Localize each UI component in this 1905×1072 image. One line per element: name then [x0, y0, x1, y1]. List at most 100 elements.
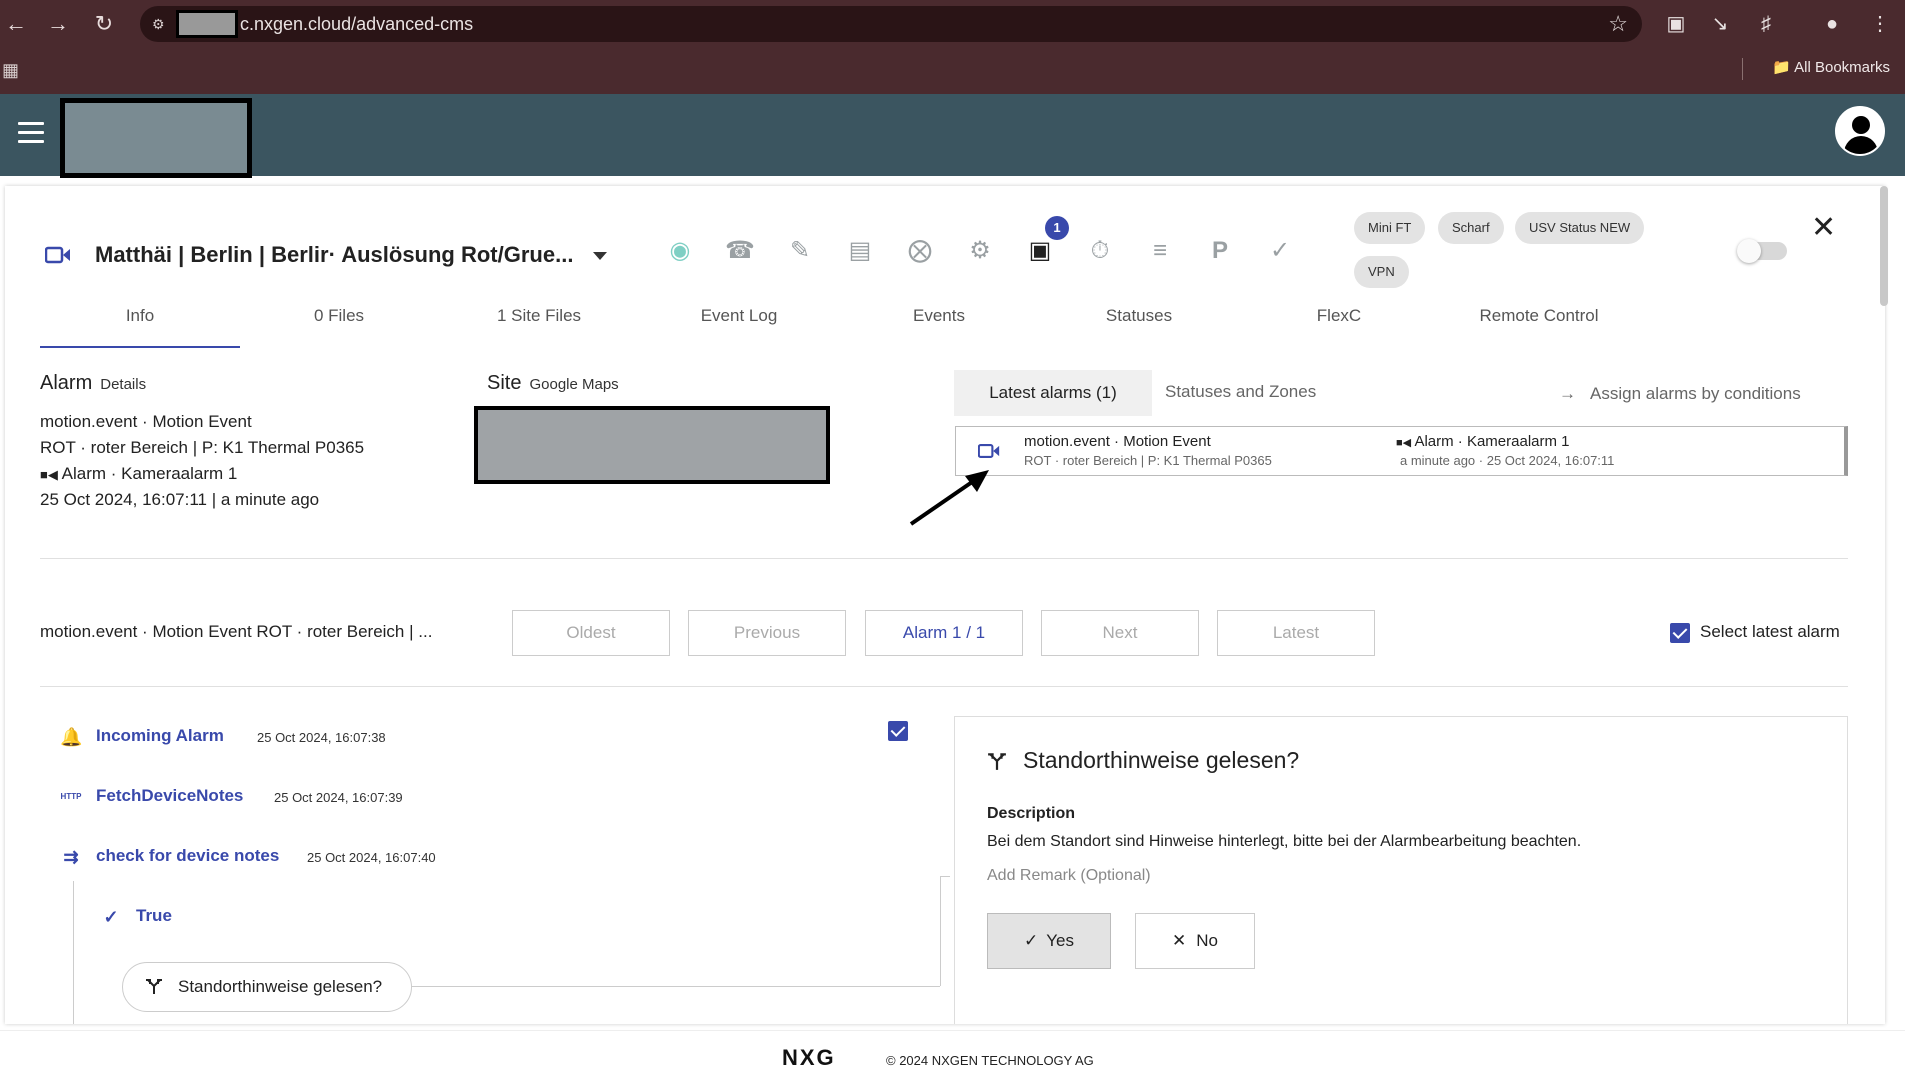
step-check-device-notes[interactable]: check for device notes — [96, 846, 279, 866]
edit-note-icon[interactable]: ✎ — [785, 236, 815, 266]
yes-button-label: Yes — [1046, 931, 1074, 950]
remark-input[interactable]: Add Remark (Optional) — [987, 867, 1151, 885]
google-maps-link[interactable]: Google Maps — [529, 376, 618, 393]
check-icon: ✓ — [1024, 931, 1039, 950]
parking-icon[interactable]: P — [1205, 236, 1235, 266]
merge-arrows-icon: ⇉ — [63, 847, 79, 867]
bell-alarm-icon: 🔔 — [60, 727, 83, 747]
yes-button[interactable]: ✓ Yes — [987, 913, 1111, 969]
previous-button[interactable]: Previous — [688, 610, 846, 656]
cancel-circle-icon[interactable]: ⨂ — [905, 236, 935, 266]
alarm-zone: ROT · roter Bereich | P: K1 Thermal P036… — [40, 438, 365, 457]
assign-alarms-link[interactable]: → Assign alarms by conditions — [1559, 384, 1801, 404]
alarm-camera: ■◀ Alarm · Kameraalarm 1 — [40, 464, 237, 484]
oldest-button[interactable]: Oldest — [512, 610, 670, 656]
phone-icon[interactable]: ☎ — [725, 236, 755, 266]
chip-mini-ft[interactable]: Mini FT — [1354, 212, 1426, 244]
latest-button[interactable]: Latest — [1217, 610, 1375, 656]
tab-event-log[interactable]: Event Log — [639, 306, 839, 326]
tab-info[interactable]: Info — [40, 306, 240, 326]
active-tab-indicator — [40, 346, 240, 348]
description-text: Bei dem Standort sind Hinweise hinterleg… — [987, 833, 1582, 850]
apps-grid-icon[interactable]: ▦ — [2, 60, 19, 81]
camera-icon — [45, 246, 70, 264]
alarm-timestamp: 25 Oct 2024, 16:07:11 | a minute ago — [40, 490, 320, 509]
tab-events[interactable]: Events — [839, 306, 1039, 326]
no-button[interactable]: ✕ No — [1135, 913, 1255, 969]
title-dropdown-icon[interactable] — [593, 252, 607, 260]
all-bookmarks[interactable]: 📁 All Bookmarks — [1772, 58, 1890, 76]
timer-icon[interactable]: ⏱ — [1085, 236, 1115, 266]
workflow-connector — [940, 876, 950, 877]
bookmark-separator — [1742, 58, 1743, 80]
reload-icon[interactable]: ↻ — [88, 8, 120, 40]
browser-menu-icon[interactable]: ⋮ — [1866, 10, 1894, 38]
alarm-counter-label: Alarm — [902, 623, 948, 642]
chip-scharf[interactable]: Scharf — [1438, 212, 1504, 244]
notes-lines-icon[interactable]: ≡ — [1145, 236, 1175, 266]
extension-icon[interactable]: ▣ — [1662, 10, 1690, 38]
back-icon[interactable]: ← — [0, 8, 32, 40]
settings-gear-icon[interactable]: ⚙ — [965, 236, 995, 266]
tab-files[interactable]: 0 Files — [239, 306, 439, 326]
chip-vpn[interactable]: VPN — [1354, 256, 1409, 288]
tab-remote-control[interactable]: Remote Control — [1439, 306, 1639, 326]
logo-redaction — [60, 98, 252, 178]
app-header — [0, 94, 1905, 178]
step-fetch-device-notes[interactable]: FetchDeviceNotes — [96, 786, 243, 806]
tab-site-files[interactable]: 1 Site Files — [439, 306, 639, 326]
alarm-item-event: motion.event · Motion Event — [1024, 433, 1211, 450]
camera-icon — [978, 444, 1000, 458]
latest-alarm-item[interactable]: motion.event · Motion Event ROT · roter … — [955, 426, 1848, 476]
chip-usv-status[interactable]: USV Status NEW — [1515, 212, 1645, 244]
step-complete-checkbox[interactable] — [888, 721, 908, 741]
alarm-counter-button[interactable]: Alarm 1 / 1 — [865, 610, 1023, 656]
http-icon: HTTP — [60, 792, 82, 801]
close-icon[interactable]: ✕ — [1811, 210, 1836, 245]
bookmark-star-icon[interactable]: ☆ — [1608, 11, 1628, 37]
page-scrollbar[interactable] — [1880, 186, 1888, 306]
footer: NXG © 2024 NXGEN TECHNOLOGY AG — [0, 1030, 1905, 1072]
all-bookmarks-label: All Bookmarks — [1794, 59, 1890, 76]
check-icon: ✓ — [103, 907, 119, 927]
alarm-section-heading: Alarm Details — [40, 372, 146, 395]
alarm-event-type: motion.event · Motion Event — [40, 412, 252, 431]
profile-icon[interactable]: ● — [1818, 10, 1846, 38]
site-settings-icon[interactable]: ⚙ — [152, 14, 172, 34]
alarm-item-camera: ■◀ Alarm · Kameraalarm 1 — [1396, 433, 1570, 450]
workflow-connector — [73, 881, 74, 1024]
site-address-redaction — [474, 406, 830, 484]
user-avatar[interactable] — [1835, 106, 1885, 156]
tab-flexc[interactable]: FlexC — [1239, 306, 1439, 326]
alarm-card: Matthäi | Berlin | Berlir· Auslösung Rot… — [5, 186, 1885, 1024]
footer-copyright: © 2024 NXGEN TECHNOLOGY AG — [886, 1053, 1094, 1068]
forward-icon[interactable]: → — [42, 8, 74, 40]
split-arrows-icon — [146, 979, 162, 994]
address-bar[interactable]: ⚙ c.nxgen.cloud/advanced-cms ☆ — [140, 6, 1642, 42]
alarm-title: Matthäi | Berlin | Berlir· Auslösung Rot… — [95, 242, 574, 267]
contact-clipboard-icon[interactable]: ▤ — [845, 236, 875, 266]
extensions-puzzle-icon[interactable]: ♯ — [1752, 10, 1780, 38]
close-icon: ✕ — [1172, 931, 1187, 950]
tab-latest-alarms[interactable]: Latest alarms (1) — [954, 370, 1152, 416]
alert-message-icon[interactable]: ▣ — [1025, 236, 1055, 266]
alarm-item-camera-text: Alarm · Kameraalarm 1 — [1414, 433, 1570, 450]
select-latest-checkbox[interactable] — [1670, 623, 1690, 643]
next-button[interactable]: Next — [1041, 610, 1199, 656]
camera-small-icon: ■◀ — [40, 467, 58, 482]
question-node[interactable]: Standorthinweise gelesen? — [122, 962, 412, 1012]
tab-statuses-zones[interactable]: Statuses and Zones — [1165, 382, 1316, 402]
toggle-switch[interactable] — [1737, 239, 1787, 263]
browser-toolbar: ← → ↻ ⚙ c.nxgen.cloud/advanced-cms ☆ ▣ ↘… — [0, 0, 1905, 94]
menu-icon[interactable] — [18, 122, 44, 144]
tab-statuses[interactable]: Statuses — [1039, 306, 1239, 326]
checkmark-icon[interactable]: ✓ — [1265, 236, 1295, 266]
nxgen-extension-icon[interactable]: ↘ — [1706, 10, 1734, 38]
step-incoming-alarm-time: 25 Oct 2024, 16:07:38 — [257, 730, 386, 745]
question-title: Standorthinweise gelesen? — [1023, 747, 1300, 773]
step-incoming-alarm[interactable]: Incoming Alarm — [96, 726, 224, 746]
annotation-arrow-icon — [909, 470, 989, 526]
status-dot-icon[interactable]: ◉ — [665, 236, 695, 266]
no-button-label: No — [1196, 931, 1218, 950]
branch-true[interactable]: True — [136, 906, 172, 926]
